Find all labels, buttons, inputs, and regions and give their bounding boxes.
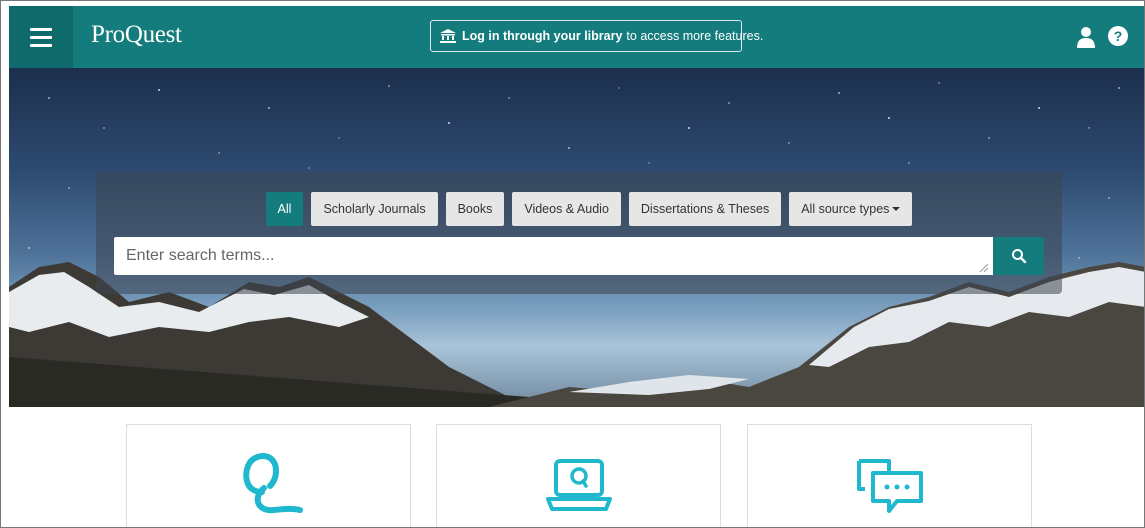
caret-down-icon	[892, 207, 901, 211]
tab-all-source-types-dropdown[interactable]: All source types	[789, 192, 913, 226]
tab-scholarly-journals[interactable]: Scholarly Journals	[311, 192, 438, 226]
tab-dissertations-theses[interactable]: Dissertations & Theses	[628, 192, 782, 226]
user-icon[interactable]	[1076, 26, 1096, 48]
menu-button[interactable]	[9, 6, 73, 68]
help-icon[interactable]: ?	[1108, 26, 1128, 46]
source-type-tabs: All Scholarly Journals Books Videos & Au…	[96, 192, 1062, 226]
dropdown-label: All source types	[801, 202, 890, 216]
tab-books[interactable]: Books	[445, 192, 505, 226]
library-icon	[440, 29, 456, 43]
hamburger-icon	[30, 35, 52, 39]
search-button[interactable]	[993, 237, 1044, 275]
login-bold-text: Log in through your library	[462, 29, 623, 43]
page-frame: ProQuest Log in through your library to …	[0, 0, 1145, 528]
feature-card-2[interactable]	[436, 424, 721, 527]
proquest-q-icon	[242, 453, 303, 514]
laptop-search-icon	[545, 459, 612, 511]
search-icon	[1011, 249, 1026, 264]
search-bar	[114, 237, 1044, 275]
resize-grip-icon	[979, 263, 988, 272]
search-panel: All Scholarly Journals Books Videos & Au…	[96, 172, 1062, 294]
hamburger-icon	[30, 43, 52, 47]
hero-banner: All Scholarly Journals Books Videos & Au…	[9, 68, 1144, 407]
search-input[interactable]	[114, 237, 993, 275]
feature-card-1[interactable]	[126, 424, 411, 527]
tab-all[interactable]: All	[265, 192, 304, 226]
login-rest-text: to access more features.	[626, 29, 764, 43]
proquest-logo[interactable]: ProQuest	[91, 21, 182, 49]
feature-card-3[interactable]	[747, 424, 1032, 527]
tab-videos-audio[interactable]: Videos & Audio	[512, 192, 621, 226]
top-header: ProQuest Log in through your library to …	[9, 6, 1144, 68]
hamburger-icon	[30, 27, 52, 31]
library-login-button[interactable]: Log in through your library to access mo…	[430, 20, 763, 52]
chat-bubbles-icon	[856, 459, 923, 513]
